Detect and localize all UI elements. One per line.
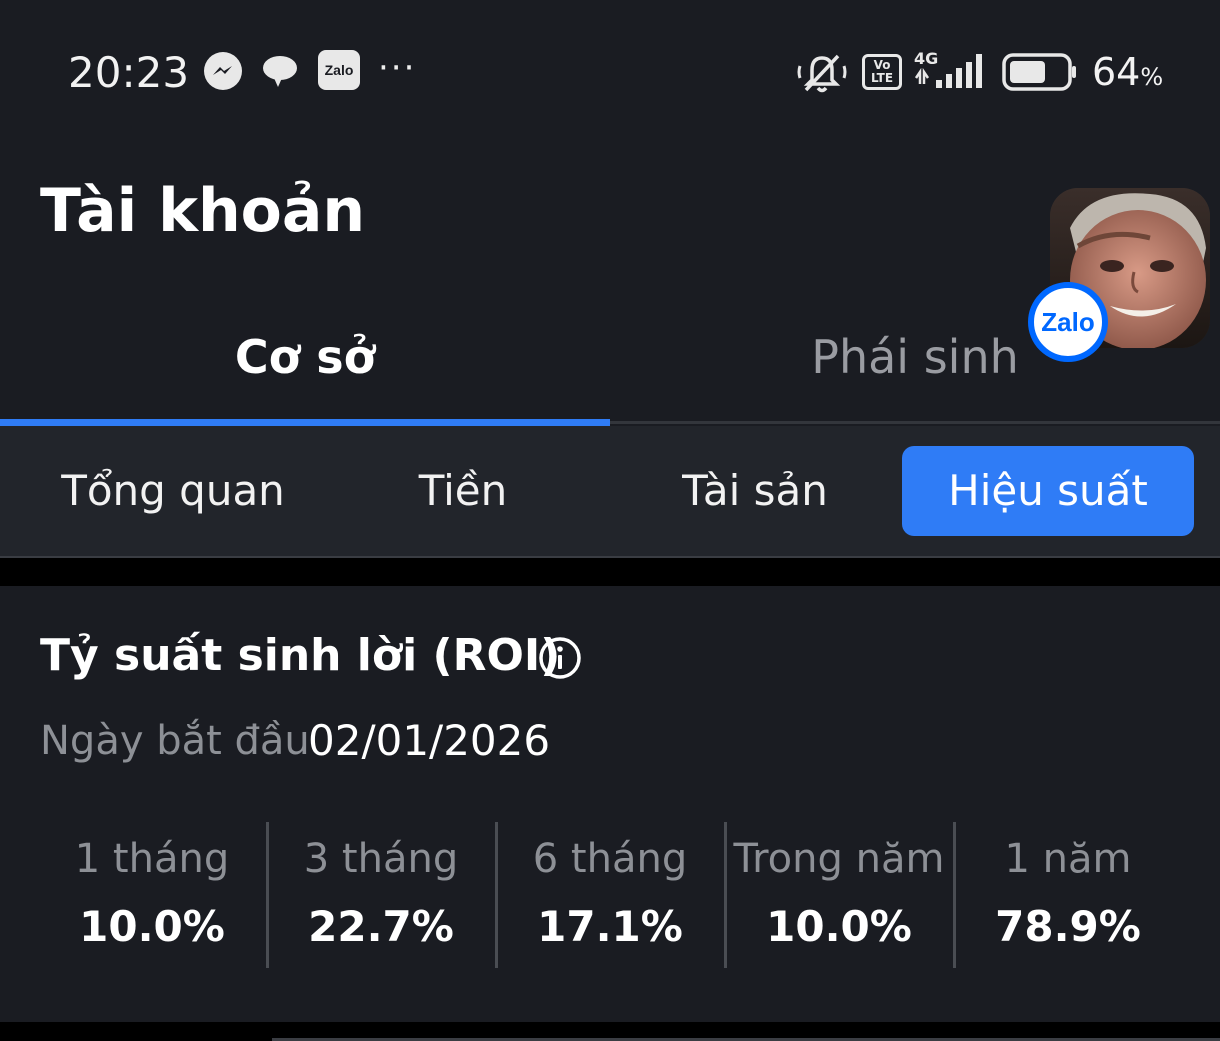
info-icon[interactable] [538,636,582,680]
roi-title: Tỷ suất sinh lời (ROI) [40,630,561,681]
mute-icon [796,50,848,96]
subtab-tong-quan[interactable]: Tổng quan [30,446,316,536]
zalo-icon: Zalo [318,50,360,90]
subtab-tai-san[interactable]: Tài sản [612,446,898,536]
period-value: 10.0% [79,902,225,951]
volte-icon: Vo LTE [862,54,902,90]
network-type-label: 4G [914,49,938,68]
tab-phai-sinh[interactable]: Phái sinh [610,330,1220,384]
volte-text-bottom: LTE [870,71,894,85]
period-value: 78.9% [995,902,1141,951]
period-1-nam: 1 năm 78.9% [954,822,1182,968]
period-value: 10.0% [766,902,912,951]
battery-percent: 64% [1092,50,1163,94]
subtab-tien[interactable]: Tiền [320,446,606,536]
screen: 20:23 Zalo ··· Vo LTE 4G 64% Tài khoản Z… [0,0,1220,1041]
active-tab-indicator [0,419,610,426]
status-time: 20:23 [68,48,190,97]
start-date-value: 02/01/2026 [308,716,551,765]
tab-divider [610,421,1220,424]
messenger-icon [204,52,242,90]
battery-icon [1002,52,1078,92]
subtab-bar: Tổng quan Tiền Tài sản Hiệu suất [0,426,1220,558]
battery-percent-value: 64 [1092,50,1141,94]
period-value: 17.1% [537,902,683,951]
battery-percent-sign: % [1140,63,1164,91]
page-title: Tài khoản [40,176,366,246]
period-6-thang: 6 tháng 17.1% [496,822,724,968]
subtab-hieu-suat[interactable]: Hiệu suất [902,446,1194,536]
more-notifications-icon: ··· [378,48,417,88]
period-label: 1 tháng [74,836,230,882]
period-label: 6 tháng [532,836,688,882]
signal-icon: 4G [912,48,988,92]
period-1-thang: 1 tháng 10.0% [38,822,266,968]
period-trong-nam: Trong năm 10.0% [725,822,953,968]
chat-bubble-icon [262,54,298,88]
tab-co-so[interactable]: Cơ sở [0,330,610,384]
start-date-label: Ngày bắt đầu [40,718,310,764]
period-3-thang: 3 tháng 22.7% [267,822,495,968]
volte-text-top: Vo [873,58,891,72]
status-bar: 20:23 Zalo ··· Vo LTE 4G 64% [0,0,1220,140]
period-label: 3 tháng [303,836,459,882]
roi-card: Tỷ suất sinh lời (ROI) Ngày bắt đầu 02/0… [0,586,1220,1022]
period-label: 1 năm [1004,836,1132,882]
period-value: 22.7% [308,902,454,951]
period-label: Trong năm [733,836,945,882]
battery-level-fill [1010,61,1045,83]
section-separator [0,558,1220,586]
